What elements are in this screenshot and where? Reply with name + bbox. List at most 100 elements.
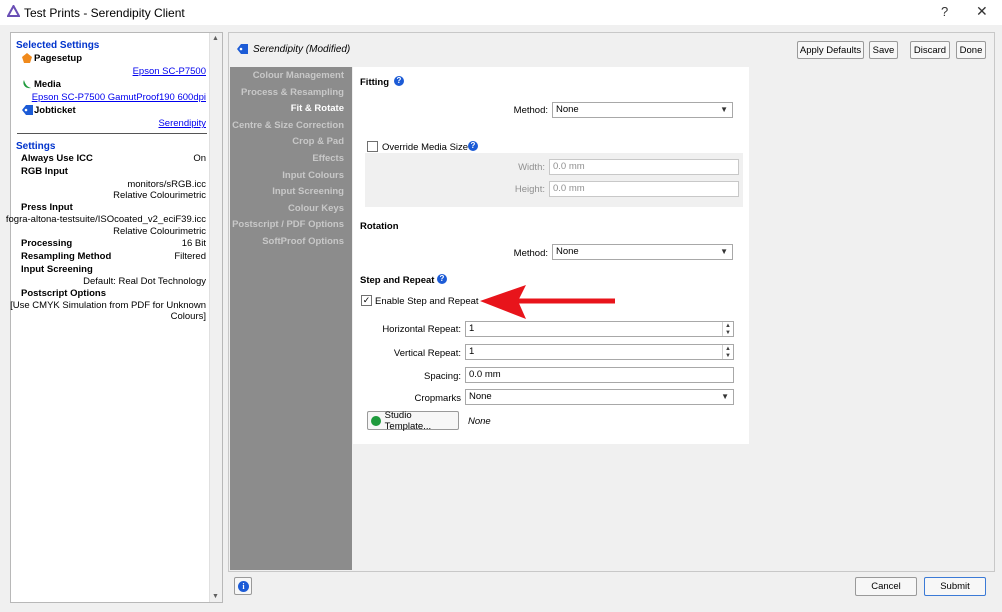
spin-up-icon[interactable]: ▲ [725, 346, 731, 352]
pagesetup-icon [22, 53, 32, 63]
enable-step-repeat-checkbox[interactable]: ✓ [361, 295, 372, 306]
cropmarks-value: None [469, 391, 492, 402]
save-button[interactable]: Save [869, 41, 898, 59]
spin-down-icon[interactable]: ▼ [725, 353, 731, 359]
media-icon [23, 80, 31, 89]
media-label: Media [34, 79, 61, 90]
press-input-intent: Relative Colourimetric [113, 226, 206, 237]
always-icc-value: On [193, 153, 206, 164]
override-help-icon[interactable]: ? [468, 141, 478, 151]
press-input-profile: fogra-altona-testsuite/ISOcoated_v2_eciF… [5, 214, 206, 225]
height-label: Height: [514, 184, 545, 195]
studio-template-button[interactable]: Studio Template... [367, 409, 459, 432]
jobticket-title: Serendipity (Modified) [253, 44, 351, 55]
spacing-input[interactable]: 0.0 mm [465, 367, 734, 383]
input-screening-value: Default: Real Dot Technology [83, 276, 206, 287]
nav-colour-management[interactable]: Colour Management [253, 70, 344, 81]
enable-step-repeat-label: Enable Step and Repeat [375, 296, 479, 307]
fitting-method-value: None [556, 104, 579, 115]
separator [17, 133, 207, 134]
rotation-method-label: Method: [513, 248, 548, 259]
spinner-arrows[interactable]: ▲ ▼ [722, 345, 733, 359]
info-button[interactable]: i [234, 577, 252, 595]
fitting-help-icon[interactable]: ? [394, 76, 404, 86]
nav-softproof-options[interactable]: SoftProof Options [262, 236, 344, 247]
chevron-down-icon: ▼ [720, 105, 728, 114]
pagesetup-label: Pagesetup [34, 53, 83, 64]
chevron-down-icon: ▼ [720, 247, 728, 256]
title-bar: Test Prints - Serendipity Client ? ✕ [0, 0, 1002, 25]
done-button[interactable]: Done [956, 41, 986, 59]
nav-input-colours[interactable]: Input Colours [282, 170, 344, 181]
nav-colour-keys[interactable]: Colour Keys [288, 203, 344, 214]
studio-template-label: Studio Template... [384, 409, 432, 432]
nav-effects[interactable]: Effects [312, 153, 344, 164]
postscript-options-value: [Use CMYK Simulation from PDF for Unknow… [10, 300, 206, 311]
rotation-method-value: None [556, 246, 579, 257]
jobticket-tag-icon [237, 44, 248, 54]
fitting-method-select[interactable]: None ▼ [552, 102, 733, 118]
horizontal-repeat-value: 1 [469, 323, 475, 334]
settings-summary-panel: Selected Settings Pagesetup Epson SC-P75… [6, 32, 223, 603]
submit-button[interactable]: Submit [924, 577, 986, 596]
horizontal-repeat-spinbox[interactable]: 1 ▲ ▼ [465, 321, 734, 337]
vertical-repeat-spinbox[interactable]: 1 ▲ ▼ [465, 344, 734, 360]
postscript-options-label: Postscript Options [21, 288, 106, 299]
vertical-repeat-label: Vertical Repeat: [393, 348, 461, 359]
empty-area [749, 67, 994, 570]
media-link[interactable]: Epson SC-P7500 GamutProof190 600dpi [32, 92, 206, 103]
chevron-down-icon: ▼ [721, 392, 729, 401]
nav-postscript-pdf-options[interactable]: Postscript / PDF Options [232, 219, 344, 230]
rotation-title: Rotation [360, 221, 399, 232]
step-repeat-title: Step and Repeat [360, 275, 435, 286]
nav-fit-rotate[interactable]: Fit & Rotate [291, 103, 344, 114]
spin-down-icon[interactable]: ▼ [725, 330, 731, 336]
app-logo-icon [7, 5, 20, 17]
rotation-method-select[interactable]: None ▼ [552, 244, 733, 260]
override-media-size-checkbox[interactable] [367, 141, 378, 152]
discard-button[interactable]: Discard [910, 41, 950, 59]
fit-rotate-content: Fitting ? Method: None ▼ Override Media … [353, 67, 749, 444]
annotation-arrow-icon [480, 285, 615, 319]
rgb-input-profile: monitors/sRGB.icc [127, 179, 206, 190]
pagesetup-link[interactable]: Epson SC-P7500 [133, 66, 206, 77]
nav-input-screening[interactable]: Input Screening [272, 186, 344, 197]
cropmarks-label: Cropmarks [414, 393, 461, 404]
fitting-method-label: Method: [513, 105, 548, 116]
left-panel-scrollbar[interactable]: ▲ ▼ [209, 33, 222, 602]
status-dot-icon [371, 415, 381, 426]
jobticket-link[interactable]: Serendipity [158, 118, 206, 129]
jobticket-label: Jobticket [34, 105, 76, 116]
selected-settings-heading: Selected Settings [16, 40, 100, 51]
scroll-up-icon[interactable]: ▲ [212, 35, 219, 42]
editor-header: Serendipity (Modified) Apply Defaults Sa… [229, 33, 994, 66]
help-button[interactable]: ? [941, 4, 948, 19]
input-screening-label: Input Screening [21, 264, 93, 275]
info-icon: i [238, 581, 249, 592]
step-repeat-help-icon[interactable]: ? [437, 274, 447, 284]
spinner-arrows[interactable]: ▲ ▼ [722, 322, 733, 336]
apply-defaults-button[interactable]: Apply Defaults [797, 41, 864, 59]
category-sidebar: Colour Management Process & Resampling F… [230, 67, 352, 570]
override-media-size-label: Override Media Size [382, 142, 469, 153]
window-title: Test Prints - Serendipity Client [24, 6, 185, 20]
fitting-title: Fitting [360, 77, 390, 88]
cropmarks-select[interactable]: None ▼ [465, 389, 734, 405]
resampling-label: Resampling Method [21, 251, 112, 262]
width-input[interactable]: 0.0 mm [549, 159, 739, 175]
height-input[interactable]: 0.0 mm [549, 181, 739, 197]
resampling-value: Filtered [174, 251, 206, 262]
vertical-repeat-value: 1 [469, 346, 475, 357]
studio-template-value: None [468, 416, 491, 427]
scroll-down-icon[interactable]: ▼ [212, 593, 219, 600]
nav-centre-size-correction[interactable]: Centre & Size Correction [232, 120, 344, 131]
close-button[interactable]: ✕ [976, 3, 988, 20]
horizontal-repeat-label: Horizontal Repeat: [382, 324, 461, 335]
cancel-button[interactable]: Cancel [855, 577, 917, 596]
spacing-label: Spacing: [424, 371, 461, 382]
nav-process-resampling[interactable]: Process & Resampling [241, 87, 344, 98]
processing-value: 16 Bit [181, 238, 206, 249]
processing-label: Processing [21, 238, 73, 249]
nav-crop-pad[interactable]: Crop & Pad [292, 136, 344, 147]
spin-up-icon[interactable]: ▲ [725, 323, 731, 329]
